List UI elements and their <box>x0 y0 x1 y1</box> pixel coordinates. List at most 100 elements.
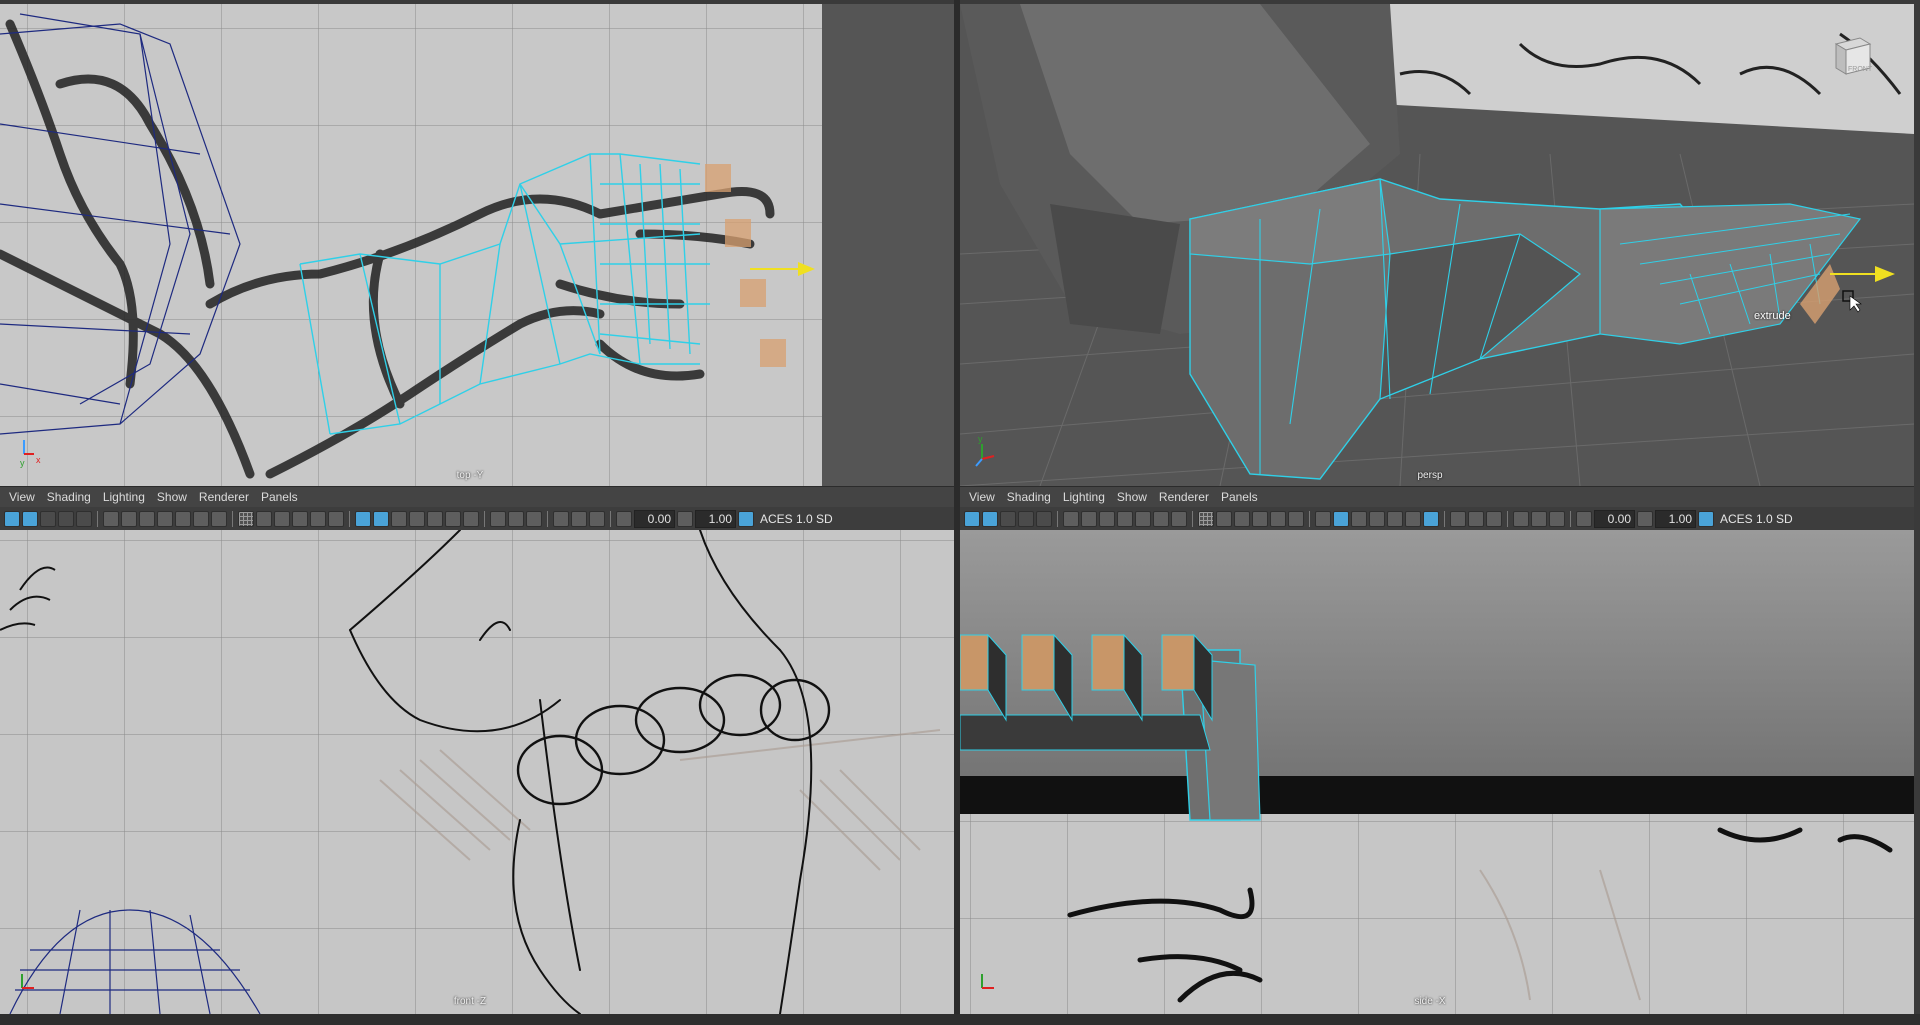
film-gate-icon[interactable] <box>121 511 137 527</box>
use-lights-icon[interactable] <box>1288 511 1304 527</box>
safe-title-icon[interactable] <box>1171 511 1187 527</box>
gamma-icon[interactable] <box>1637 511 1653 527</box>
depth-of-field-icon[interactable] <box>526 511 542 527</box>
select-camera-icon[interactable] <box>964 511 980 527</box>
hud-icon[interactable] <box>1531 511 1547 527</box>
xray-icon[interactable] <box>1315 511 1331 527</box>
color-space-select[interactable]: ACES 1.0 SD <box>756 512 833 526</box>
menu-lighting[interactable]: Lighting <box>98 490 150 504</box>
exposure-field[interactable]: 0.00 <box>1594 510 1635 528</box>
safe-title-icon[interactable] <box>211 511 227 527</box>
menu-panels[interactable]: Panels <box>256 490 303 504</box>
menu-panels[interactable]: Panels <box>1216 490 1263 504</box>
viewport-divider[interactable] <box>954 0 960 1025</box>
resolution-gate-icon[interactable] <box>1099 511 1115 527</box>
viewport-top[interactable]: y x top -Y <box>0 4 954 486</box>
shaded-icon[interactable] <box>1333 511 1349 527</box>
wireframe-icon[interactable] <box>256 511 272 527</box>
resolution-icon[interactable] <box>1549 511 1565 527</box>
film-gate-icon[interactable] <box>1081 511 1097 527</box>
menu-renderer[interactable]: Renderer <box>194 490 254 504</box>
textured-icon[interactable] <box>1270 511 1286 527</box>
bookmark-icon[interactable] <box>40 511 56 527</box>
camera-label-top: top -Y <box>456 470 484 481</box>
lighting-icon[interactable] <box>1387 511 1403 527</box>
shadows-icon[interactable] <box>1405 511 1421 527</box>
ssao-icon[interactable] <box>463 511 479 527</box>
multisample-icon[interactable] <box>1468 511 1484 527</box>
camera-attributes-icon[interactable] <box>982 511 998 527</box>
resolution-gate-icon[interactable] <box>139 511 155 527</box>
wireframe-on-shaded-icon[interactable] <box>1252 511 1268 527</box>
isolate-select-icon[interactable] <box>1513 511 1529 527</box>
2d-pan-zoom-icon[interactable] <box>76 511 92 527</box>
camera-attributes-icon[interactable] <box>22 511 38 527</box>
xray-icon[interactable] <box>355 511 371 527</box>
smooth-shade-icon[interactable] <box>1234 511 1250 527</box>
grid-icon[interactable] <box>238 511 254 527</box>
xray-joints-icon[interactable] <box>1351 511 1367 527</box>
panel-icons-left: 0.00 1.00 ACES 1.0 SD <box>0 507 954 531</box>
gate-mask-icon[interactable] <box>1117 511 1133 527</box>
backface-icon[interactable] <box>409 511 425 527</box>
camera-label-persp: persp <box>1417 470 1443 481</box>
camera-icon[interactable] <box>1063 511 1079 527</box>
menu-view[interactable]: View <box>4 490 40 504</box>
image-plane-icon[interactable] <box>58 511 74 527</box>
menu-show[interactable]: Show <box>152 490 192 504</box>
safe-action-icon[interactable] <box>1153 511 1169 527</box>
color-space-select[interactable]: ACES 1.0 SD <box>1716 512 1793 526</box>
shadows-icon[interactable] <box>445 511 461 527</box>
field-chart-icon[interactable] <box>1135 511 1151 527</box>
isolate-select-icon[interactable] <box>553 511 569 527</box>
gamma-icon[interactable] <box>677 511 693 527</box>
viewport-side[interactable]: side -X <box>960 530 1914 1014</box>
motion-blur-icon[interactable] <box>1450 511 1466 527</box>
bookmark-icon[interactable] <box>1000 511 1016 527</box>
viewport-front[interactable]: front -Z <box>0 530 954 1014</box>
camera-icon[interactable] <box>103 511 119 527</box>
color-management-icon[interactable] <box>738 511 754 527</box>
exposure-icon[interactable] <box>616 511 632 527</box>
grid-icon[interactable] <box>1198 511 1214 527</box>
menu-shading[interactable]: Shading <box>42 490 96 504</box>
2d-pan-zoom-icon[interactable] <box>1036 511 1052 527</box>
backface-icon[interactable] <box>1369 511 1385 527</box>
gamma-field[interactable]: 1.00 <box>695 510 736 528</box>
xray-joints-icon[interactable] <box>391 511 407 527</box>
field-chart-icon[interactable] <box>175 511 191 527</box>
menu-show[interactable]: Show <box>1112 490 1152 504</box>
use-lights-icon[interactable] <box>328 511 344 527</box>
depth-of-field-icon[interactable] <box>1486 511 1502 527</box>
menu-lighting[interactable]: Lighting <box>1058 490 1110 504</box>
select-camera-icon[interactable] <box>4 511 20 527</box>
resolution-icon[interactable] <box>589 511 605 527</box>
menu-renderer[interactable]: Renderer <box>1154 490 1214 504</box>
ssao-icon[interactable] <box>1423 511 1439 527</box>
color-management-icon[interactable] <box>1698 511 1714 527</box>
wireframe-icon[interactable] <box>1216 511 1232 527</box>
image-plane-icon[interactable] <box>1018 511 1034 527</box>
motion-blur-icon[interactable] <box>490 511 506 527</box>
hud-icon[interactable] <box>571 511 587 527</box>
menu-view[interactable]: View <box>964 490 1000 504</box>
safe-action-icon[interactable] <box>193 511 209 527</box>
svg-text:y: y <box>978 434 983 444</box>
svg-text:x: x <box>36 455 41 465</box>
lighting-icon[interactable] <box>427 511 443 527</box>
textured-icon[interactable] <box>310 511 326 527</box>
smooth-shade-icon[interactable] <box>274 511 290 527</box>
menu-shading[interactable]: Shading <box>1002 490 1056 504</box>
shaded-icon[interactable] <box>373 511 389 527</box>
camera-label-side: side -X <box>1414 996 1446 1007</box>
viewport-persp[interactable]: y FRONT extrude persp <box>960 4 1914 486</box>
panel-menu-right: View Shading Lighting Show Renderer Pane… <box>960 487 1914 507</box>
multisample-icon[interactable] <box>508 511 524 527</box>
gate-mask-icon[interactable] <box>157 511 173 527</box>
wireframe-on-shaded-icon[interactable] <box>292 511 308 527</box>
exposure-icon[interactable] <box>1576 511 1592 527</box>
side-view-canvas <box>960 530 1914 1014</box>
view-cube-label: FRONT <box>1848 66 1873 73</box>
gamma-field[interactable]: 1.00 <box>1655 510 1696 528</box>
exposure-field[interactable]: 0.00 <box>634 510 675 528</box>
